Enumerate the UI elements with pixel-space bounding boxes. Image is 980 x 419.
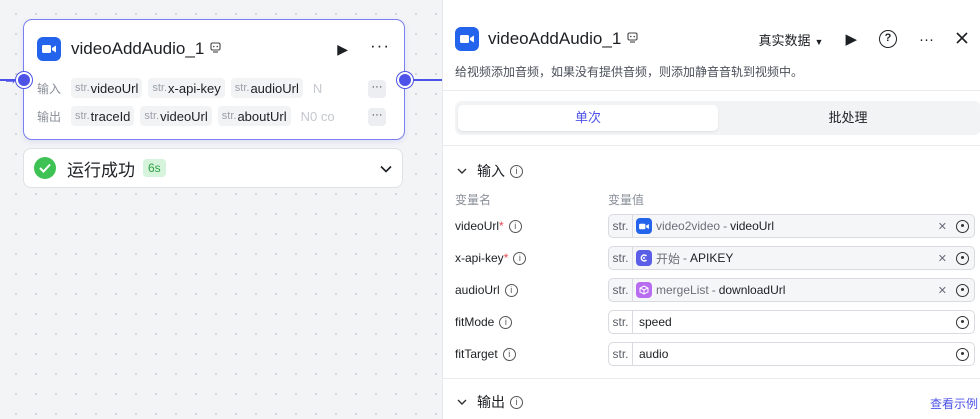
reference-target-icon[interactable] (956, 251, 969, 265)
info-icon: i (510, 164, 523, 178)
param-field-fitmode[interactable]: str. speed (608, 310, 975, 334)
help-icon[interactable]: ? (879, 30, 897, 48)
output-tag-overflow: N0 co (300, 108, 335, 124)
run-panel-button[interactable]: ▶ (845, 30, 857, 48)
data-mode-dropdown[interactable]: 真实数据 ▼ (759, 30, 824, 49)
input-tag: str. audioUrl (230, 78, 303, 98)
panel-description: 给视频添加音频，如果没有提供音频，则添加静音音轨到视频中。 (455, 65, 804, 79)
reference-target-icon[interactable] (956, 315, 969, 329)
node-title: videoAddAudio_1 (71, 39, 205, 58)
param-field-audiourl[interactable]: str. mergeList - downloadUrl ✕ (608, 278, 975, 302)
param-field-fittarget[interactable]: str. audio (608, 342, 975, 366)
panel-actions: 真实数据 ▼ ▶ ? ··· (759, 26, 980, 52)
info-icon: i (504, 283, 518, 297)
view-example-link[interactable]: 查看示例 (930, 395, 978, 412)
param-name-videourl: videoUrl * i (455, 214, 522, 238)
param-name-fittarget: fitTarget i (455, 342, 516, 366)
param-value: audio (639, 347, 669, 361)
column-header-name: 变量名 (455, 193, 492, 207)
column-header-value: 变量值 (608, 193, 645, 207)
info-icon: i (513, 251, 527, 265)
duration-badge: 6s (143, 159, 166, 177)
param-name-fitmode: fitMode i (455, 310, 513, 334)
output-tag: str. traceId (71, 106, 135, 126)
input-section-header[interactable]: 输入 i (457, 161, 523, 181)
divider (443, 90, 980, 91)
chevron-down-icon (457, 165, 467, 177)
video-camera-icon (455, 27, 479, 51)
info-icon: i (508, 219, 522, 233)
output-tag: str. videoUrl (140, 106, 212, 126)
param-field-videourl[interactable]: str. video2video - videoUrl ✕ (608, 214, 975, 238)
info-icon: i (502, 347, 516, 361)
run-status-bar[interactable]: 运行成功 6s (23, 148, 403, 188)
node-outputs-row: 输出 str. traceId str. videoUrl str. aboutUrl… (37, 106, 386, 126)
param-value: speed (639, 315, 672, 329)
type-label: str. (609, 215, 633, 237)
param-field-x-api-key[interactable]: str. 开始 - APIKEY ✕ (608, 246, 975, 270)
node-header: videoAddAudio_1 ▶ ··· (37, 36, 392, 62)
node-input-port[interactable] (16, 72, 32, 88)
panel-header: videoAddAudio_1 真实数据 ▼ ▶ ? ··· (455, 26, 980, 52)
chevron-down-icon (457, 396, 467, 408)
plugin-icon (210, 42, 221, 56)
inputs-label: 输入 (37, 81, 62, 96)
plugin-icon (627, 32, 638, 46)
node-inputs-row: 输入 str. videoUrl str. x-api-key str. audioU… (37, 78, 386, 98)
video-add-audio-node[interactable]: videoAddAudio_1 ▶ ··· 输入 str. videoUrl st… (23, 19, 405, 140)
tab-batch[interactable]: 批处理 (718, 105, 978, 131)
type-label: str. (609, 311, 633, 333)
clear-icon[interactable]: ✕ (938, 252, 947, 265)
outgoing-edge (412, 79, 442, 81)
input-tag: str. x-api-key (148, 78, 225, 98)
status-text: 运行成功 (67, 160, 135, 180)
video-camera-icon (37, 37, 61, 61)
type-label: str. (609, 343, 633, 365)
divider (443, 145, 980, 146)
reference-target-icon[interactable] (956, 347, 969, 361)
cube-icon (636, 282, 652, 298)
param-name-audiourl: audioUrl i (455, 278, 518, 302)
divider (443, 378, 980, 379)
node-detail-panel: videoAddAudio_1 真实数据 ▼ ▶ ? ··· 给视频添加音频，如果… (442, 0, 980, 419)
node-output-port[interactable] (397, 72, 413, 88)
panel-more-button[interactable]: ··· (919, 31, 934, 48)
node-more-button[interactable]: ··· (370, 36, 390, 56)
info-icon: i (510, 395, 523, 409)
chevron-down-icon[interactable] (380, 161, 392, 176)
input-tag-overflow: N (312, 80, 323, 96)
param-name-x-api-key: x-api-key * i (455, 246, 527, 270)
video-camera-icon (636, 218, 652, 234)
close-icon[interactable] (956, 31, 968, 48)
run-mode-tabs: 单次 批处理 (455, 101, 980, 135)
type-label: str. (609, 279, 633, 301)
clear-icon[interactable]: ✕ (938, 220, 947, 233)
output-section-header[interactable]: 输出 i (457, 392, 523, 412)
output-tag: str. aboutUrl (217, 106, 291, 126)
input-tag: str. videoUrl (71, 78, 143, 98)
success-check-icon (34, 157, 56, 179)
run-node-button[interactable]: ▶ (337, 41, 348, 58)
inputs-more-button[interactable]: ··· (368, 80, 386, 98)
clear-icon[interactable]: ✕ (938, 284, 947, 297)
outputs-more-button[interactable]: ··· (368, 108, 386, 126)
outputs-label: 输出 (37, 109, 62, 124)
panel-title: videoAddAudio_1 (488, 29, 622, 48)
reference-target-icon[interactable] (956, 219, 969, 233)
tab-single[interactable]: 单次 (458, 105, 718, 131)
start-node-icon (636, 250, 652, 266)
reference-target-icon[interactable] (956, 283, 969, 297)
info-icon: i (499, 315, 513, 329)
type-label: str. (609, 247, 633, 269)
